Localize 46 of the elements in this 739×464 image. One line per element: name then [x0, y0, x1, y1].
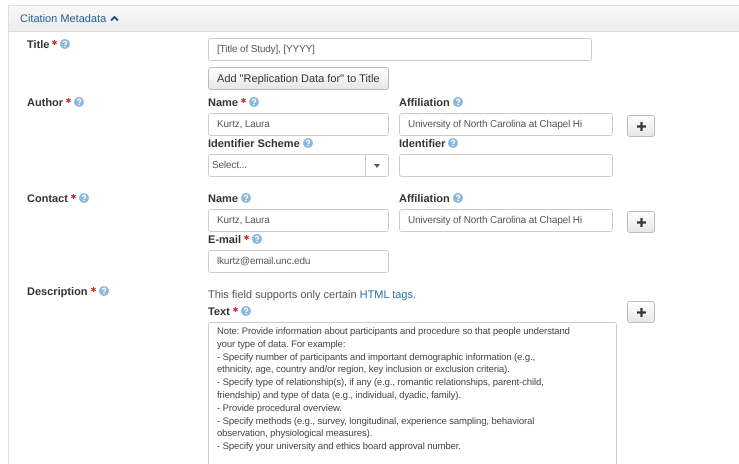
field-label: Affiliation: [399, 97, 450, 109]
input-field[interactable]: Kurtz, Laura: [208, 113, 389, 136]
help-icon[interactable]: [78, 193, 89, 203]
field-label: Identifier: [399, 138, 446, 150]
input-field[interactable]: [Title of Study], [YYYY]: [208, 38, 592, 61]
field-label: Title: [27, 39, 50, 51]
field-label: Identifier Scheme: [208, 138, 300, 150]
select-field[interactable]: Select...: [208, 154, 389, 177]
add-button[interactable]: [627, 211, 655, 233]
help-icon[interactable]: [60, 39, 70, 49]
plus-icon: [636, 122, 646, 130]
add-button[interactable]: [627, 115, 655, 137]
field-label: Description: [27, 286, 88, 298]
help-icon[interactable]: [240, 193, 251, 203]
plus-icon: [636, 218, 646, 226]
help-icon[interactable]: [452, 97, 463, 107]
field-label: Text: [208, 306, 230, 318]
plus-icon: [636, 308, 646, 316]
help-icon[interactable]: [74, 97, 84, 107]
input-field[interactable]: University of North Carolina at Chapel Hi: [399, 113, 613, 136]
field-label: Affiliation: [399, 193, 450, 205]
select-value: Select...: [212, 160, 247, 171]
add-title-button[interactable]: Add "Replication Data for" to Title: [208, 67, 389, 90]
field-label: Contact: [27, 193, 68, 205]
html-tags-link[interactable]: HTML tags.: [360, 289, 416, 301]
field-label: Author: [27, 97, 64, 109]
field-label: Name: [208, 193, 238, 205]
text-area[interactable]: Note: Provide information about participants and procedure so that people understand your type of data. For example: - Specify number of participants and important demographic information (e.g., ethnicity, age, country and/or region, key inclusion or exclusion criteria). - Specify type of relationship(s), if any (e.g., romantic relationships, parent-child, friendship) and type of data (e.g., individual, dyadic, family). - Provide procedural overview. - Specify methods (e.g., survey, longitudinal, experience sampling, behavioral observation, physiological measures). - Specify your university and ethics board approval number.: [208, 322, 617, 464]
section-title: Citation Metadata: [20, 12, 106, 24]
help-text: This field supports only certain HTML tags.: [208, 289, 418, 301]
input-field[interactable]: lkurtz@email.unc.edu: [208, 250, 389, 273]
section-header[interactable]: Citation Metadata: [9, 6, 739, 32]
help-icon[interactable]: [248, 97, 259, 107]
add-button[interactable]: [627, 301, 655, 323]
field-label: E-mail: [208, 234, 242, 246]
help-icon[interactable]: [448, 138, 458, 148]
input-field[interactable]: University of North Carolina at Chapel Hi: [399, 209, 613, 232]
input-field[interactable]: [399, 154, 613, 177]
help-icon[interactable]: [240, 306, 251, 316]
field-label: Name: [208, 97, 238, 109]
caret-icon: [374, 164, 380, 168]
help-icon[interactable]: [252, 234, 262, 244]
help-icon[interactable]: [452, 193, 463, 203]
input-field[interactable]: Kurtz, Laura: [208, 209, 389, 232]
help-icon[interactable]: [302, 138, 313, 148]
help-icon[interactable]: [98, 286, 109, 296]
